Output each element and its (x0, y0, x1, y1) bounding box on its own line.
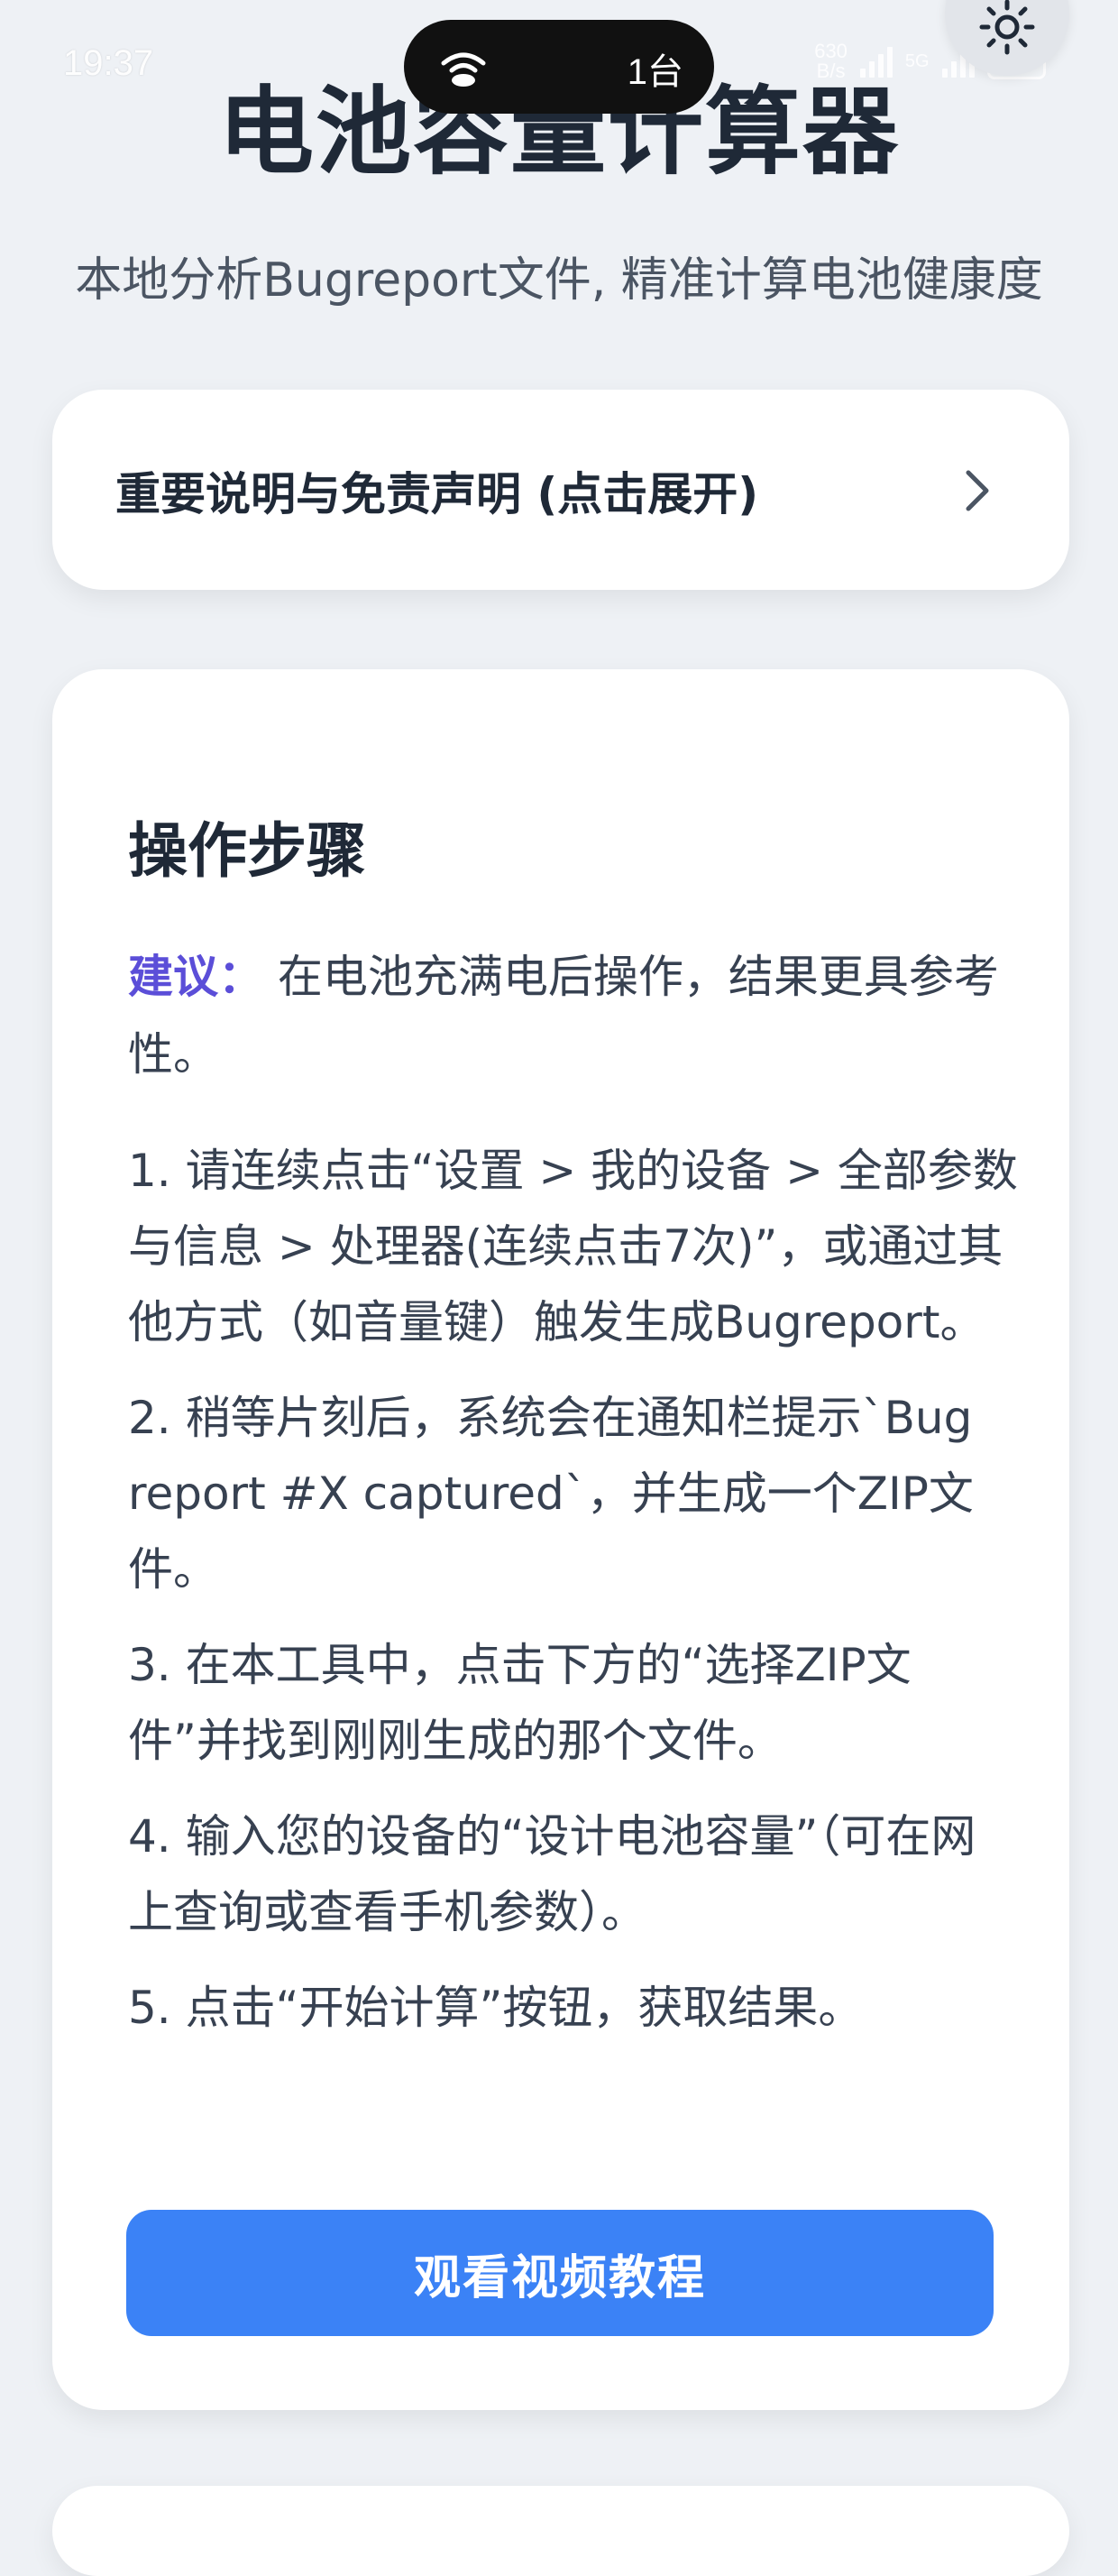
tip-label: 建议： (128, 951, 263, 1003)
next-card (52, 2486, 1069, 2576)
sun-icon (979, 0, 1035, 55)
steps-list: 1. 请连续点击“设置 > 我的设备 > 全部参数与信息 > 处理器(连续点击7… (128, 1133, 1021, 2065)
net-speed: 630 B/s (814, 40, 848, 82)
page-subtitle: 本地分析Bugreport文件, 精准计算电池健康度 (75, 253, 1043, 308)
step-item: 3. 在本工具中，点击下方的“选择ZIP文件”并找到刚刚生成的那个文件。 (128, 1639, 912, 1767)
disclaimer-accordion[interactable]: 重要说明与免责声明 (点击展开) (52, 390, 1069, 590)
step-item: 5. 点击“开始计算”按钮，获取结果。 (128, 1982, 864, 2034)
chevron-right-icon (966, 470, 989, 511)
dynamic-island[interactable]: 1台 (404, 20, 714, 114)
status-time: 19:37 (63, 43, 154, 83)
signal-icon (859, 45, 893, 78)
tip-text: 建议： 在电池充满电后操作，结果更具参考性。 (128, 938, 1012, 1093)
step-item: 1. 请连续点击“设置 > 我的设备 > 全部参数与信息 > 处理器(连续点击7… (128, 1145, 1018, 1348)
network-type: 5G (904, 51, 930, 71)
step-item: 2. 稍等片刻后，系统会在通知栏提示`Bug report #X capture… (128, 1392, 974, 1596)
watch-video-tutorial-button[interactable]: 观看视频教程 (126, 2210, 994, 2336)
hotspot-cloud-icon (441, 52, 486, 87)
disclaimer-label: 重要说明与免责声明 (点击展开) (115, 468, 759, 520)
device-count: 1台 (627, 52, 683, 92)
step-item: 4. 输入您的设备的“设计电池容量”（可在网上查询或查看手机参数）。 (128, 1810, 976, 1938)
steps-heading: 操作步骤 (128, 816, 366, 886)
steps-card: 操作步骤 建议： 在电池充满电后操作，结果更具参考性。 1. 请连续点击“设置 … (52, 669, 1069, 2410)
